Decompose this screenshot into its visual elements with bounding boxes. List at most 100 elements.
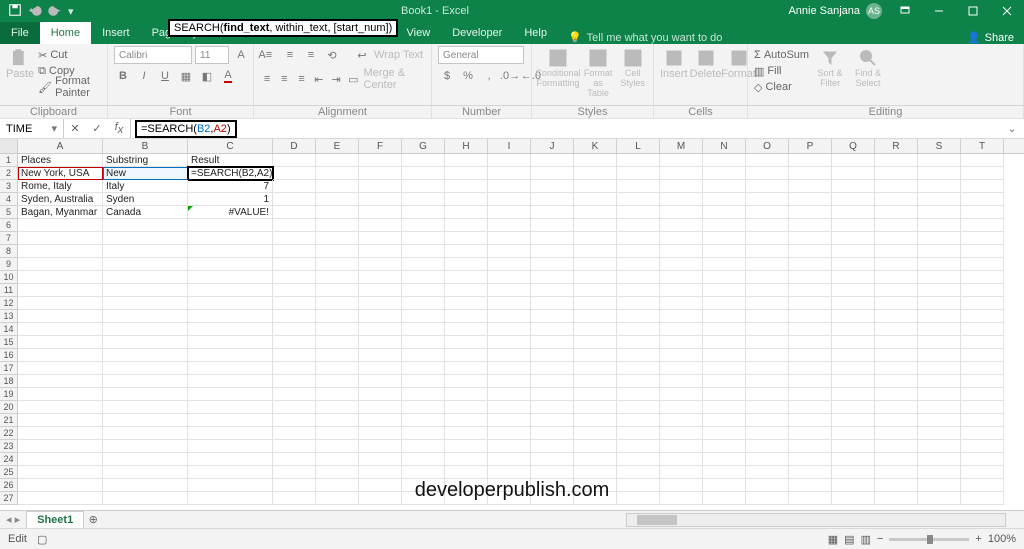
cell[interactable] [445,284,488,297]
cell[interactable] [703,297,746,310]
row-header[interactable]: 16 [0,349,18,362]
cell[interactable] [660,154,703,167]
cell[interactable] [832,336,875,349]
cell[interactable] [918,336,961,349]
cell[interactable] [359,349,402,362]
cell[interactable]: Bagan, Myanmar [18,206,103,219]
cell[interactable] [789,193,832,206]
cell[interactable] [875,453,918,466]
cell[interactable] [445,219,488,232]
cell[interactable] [832,193,875,206]
cell[interactable] [531,232,574,245]
cell[interactable] [617,154,660,167]
cell[interactable] [316,180,359,193]
cell[interactable] [918,258,961,271]
cell[interactable] [273,167,316,180]
cell[interactable] [402,232,445,245]
row-header[interactable]: 11 [0,284,18,297]
cell[interactable] [875,193,918,206]
cell[interactable] [832,414,875,427]
cell[interactable] [103,375,188,388]
cell[interactable] [273,362,316,375]
cell[interactable] [789,388,832,401]
cell[interactable] [617,362,660,375]
cell[interactable] [574,206,617,219]
column-header[interactable]: J [531,139,574,153]
cell[interactable] [445,245,488,258]
cell[interactable] [18,258,103,271]
cell[interactable] [832,232,875,245]
cell[interactable] [445,362,488,375]
cell[interactable] [445,427,488,440]
cell[interactable] [445,388,488,401]
cell[interactable] [832,492,875,505]
zoom-slider-thumb[interactable] [927,535,933,544]
column-header[interactable]: B [103,139,188,153]
cell[interactable] [789,245,832,258]
row-header[interactable]: 14 [0,323,18,336]
cell[interactable] [789,466,832,479]
row-header[interactable]: 15 [0,336,18,349]
tab-help[interactable]: Help [513,22,558,44]
cell[interactable] [746,401,789,414]
cell[interactable] [832,180,875,193]
cell[interactable] [103,479,188,492]
cell[interactable] [488,414,531,427]
cell[interactable] [103,258,188,271]
cell[interactable] [703,258,746,271]
tab-view[interactable]: View [396,22,442,44]
cell[interactable] [746,414,789,427]
cell[interactable] [188,245,273,258]
cell[interactable] [875,375,918,388]
row-header[interactable]: 8 [0,245,18,258]
cell[interactable] [273,388,316,401]
cell[interactable] [488,232,531,245]
cell[interactable] [574,167,617,180]
cell[interactable] [531,219,574,232]
cell[interactable] [875,349,918,362]
cell[interactable] [103,271,188,284]
row-header[interactable]: 24 [0,453,18,466]
cell[interactable] [875,271,918,284]
tell-me[interactable]: 💡 Tell me what you want to do [558,31,732,44]
fx-icon[interactable]: fx [108,121,130,136]
cell[interactable] [402,167,445,180]
cell[interactable] [531,336,574,349]
cell[interactable] [875,492,918,505]
column-header[interactable]: C [188,139,273,153]
cell[interactable] [617,310,660,323]
cell[interactable] [488,219,531,232]
cell[interactable] [359,206,402,219]
cell[interactable]: Syden, Australia [18,193,103,206]
cell[interactable] [402,206,445,219]
cell[interactable] [18,453,103,466]
cell[interactable] [188,388,273,401]
cell[interactable] [789,492,832,505]
cell[interactable] [188,479,273,492]
cell[interactable] [746,180,789,193]
new-sheet-button[interactable]: ⊕ [84,513,102,526]
select-all-corner[interactable] [0,139,18,153]
cell[interactable] [531,310,574,323]
cell[interactable] [746,336,789,349]
cell[interactable] [531,388,574,401]
cell[interactable] [188,414,273,427]
cell[interactable] [316,232,359,245]
row-header[interactable]: 3 [0,180,18,193]
cell[interactable] [918,232,961,245]
cell[interactable] [703,167,746,180]
cell[interactable]: =SEARCH(B2,A2) [188,167,273,180]
cell[interactable] [918,219,961,232]
cell[interactable] [703,440,746,453]
cell[interactable] [402,440,445,453]
cell[interactable] [188,323,273,336]
cell[interactable] [703,193,746,206]
cell[interactable] [359,453,402,466]
maximize-button[interactable] [956,0,990,22]
cell[interactable] [746,206,789,219]
cell[interactable] [660,167,703,180]
row-header[interactable]: 18 [0,375,18,388]
cell[interactable] [273,492,316,505]
cell[interactable] [703,336,746,349]
cell[interactable] [875,297,918,310]
